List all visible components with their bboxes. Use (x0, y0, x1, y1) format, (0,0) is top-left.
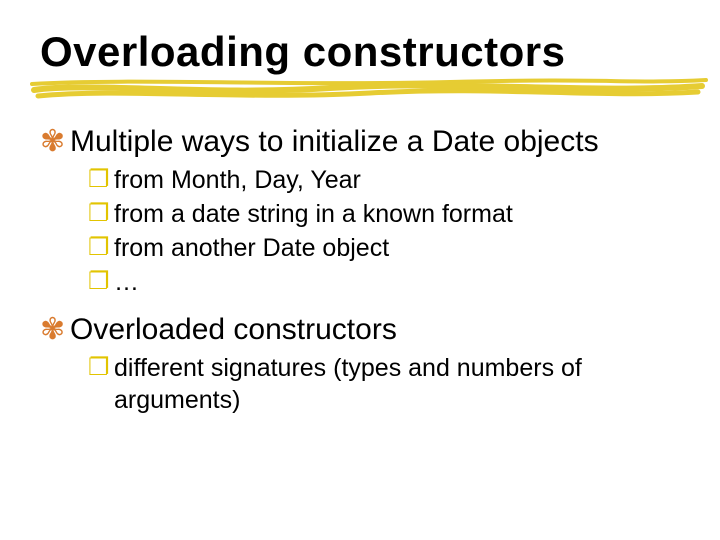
sub-item-text: from another Date object (114, 232, 389, 264)
list-item: ✾ Multiple ways to initialize a Date obj… (40, 124, 680, 160)
box-bullet-icon: ❐ (88, 266, 114, 298)
title-underline (40, 82, 680, 104)
sub-item-text: different signatures (types and numbers … (114, 352, 680, 416)
sub-item-text: … (114, 266, 139, 298)
list-item: ❐ … (88, 266, 680, 298)
list-item: ❐ from Month, Day, Year (88, 164, 680, 196)
box-bullet-icon: ❐ (88, 164, 114, 196)
list-item: ❐ from another Date object (88, 232, 680, 264)
sub-item-text: from a date string in a known format (114, 198, 513, 230)
sub-item-text: from Month, Day, Year (114, 164, 361, 196)
list-item: ❐ different signatures (types and number… (88, 352, 680, 416)
list-item: ❐ from a date string in a known format (88, 198, 680, 230)
scribble-icon (30, 76, 710, 102)
box-bullet-icon: ❐ (88, 352, 114, 384)
section-1: ✾ Overloaded constructors ❐ different si… (40, 312, 680, 416)
box-bullet-icon: ❐ (88, 232, 114, 264)
section-heading: Overloaded constructors (70, 312, 397, 348)
list-item: ✾ Overloaded constructors (40, 312, 680, 348)
flower-bullet-icon: ✾ (40, 312, 70, 348)
slide: Overloading constructors ✾ Multiple ways… (0, 0, 720, 540)
box-bullet-icon: ❐ (88, 198, 114, 230)
section-heading: Multiple ways to initialize a Date objec… (70, 124, 599, 160)
section-0: ✾ Multiple ways to initialize a Date obj… (40, 124, 680, 298)
slide-title: Overloading constructors (40, 28, 680, 76)
flower-bullet-icon: ✾ (40, 124, 70, 160)
